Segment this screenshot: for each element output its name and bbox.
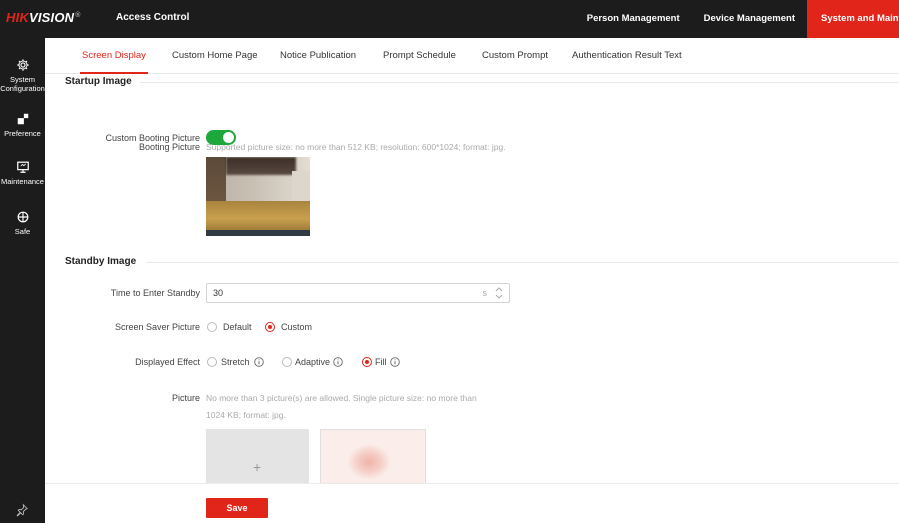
plus-icon: + <box>253 459 262 475</box>
standby-divider <box>147 262 899 263</box>
gear-icon <box>16 59 29 71</box>
shield-icon <box>17 211 28 223</box>
effect-adaptive-label: Adaptive <box>295 357 331 367</box>
sidebar-item-safe[interactable]: Safe <box>0 210 45 236</box>
sidebar-item-preference[interactable]: Preference <box>0 112 45 138</box>
picture-hint-line-2: 1024 KB; format: jpg. <box>206 410 286 420</box>
screen-saver-label: Screen Saver Picture <box>114 322 200 332</box>
effect-fill-radio[interactable] <box>362 357 372 367</box>
time-to-standby-label: Time to Enter Standby <box>110 288 200 298</box>
time-to-standby-value: 30 <box>213 288 224 298</box>
tab-screen-display[interactable]: Screen Display <box>80 38 148 74</box>
displayed-effect-label: Displayed Effect <box>135 357 200 367</box>
effect-fill-label: Fill <box>375 357 387 367</box>
saver-custom-radio[interactable] <box>265 322 275 332</box>
top-bar: HIKVISION® Access Control Person Managem… <box>0 0 899 38</box>
footer-bar <box>45 483 899 523</box>
sidebar-item-system-configuration[interactable]: System Configuration <box>0 58 45 93</box>
tab-prompt-schedule[interactable]: Prompt Schedule <box>383 38 456 74</box>
pin-icon[interactable] <box>15 503 29 517</box>
effect-stretch-label: Stretch <box>221 357 250 367</box>
booting-picture-preview[interactable] <box>206 157 310 236</box>
tab-custom-home-page[interactable]: Custom Home Page <box>172 38 258 74</box>
hikvision-logo: HIKVISION® <box>6 10 81 25</box>
fill-info-icon[interactable] <box>390 357 400 367</box>
picture-hint-line-1: No more than 3 picture(s) are allowed. S… <box>206 393 477 403</box>
monitor-icon <box>16 161 29 173</box>
spinner-icon[interactable] <box>494 286 504 300</box>
saver-custom-label: Custom <box>281 322 313 332</box>
tab-bar: Screen Display Custom Home Page Notice P… <box>45 38 899 74</box>
nav-system-maintenance[interactable]: System and Mainten <box>807 0 899 38</box>
app-title: Access Control <box>116 12 190 23</box>
effect-stretch-radio[interactable] <box>207 357 217 367</box>
startup-divider <box>140 82 899 83</box>
standby-picture-thumbnail[interactable] <box>320 429 426 484</box>
save-button[interactable]: Save <box>206 498 268 518</box>
booting-picture-hint: Supported picture size: no more than 512… <box>206 142 506 152</box>
nav-device-management[interactable]: Device Management <box>692 0 807 38</box>
add-picture-tile[interactable]: + <box>206 429 309 484</box>
effect-adaptive-radio[interactable] <box>282 357 292 367</box>
top-nav: Person Management Device Management Syst… <box>575 0 899 38</box>
tab-authentication-result-text[interactable]: Authentication Result Text <box>572 38 682 74</box>
startup-image-title: Startup Image <box>65 76 132 87</box>
booting-picture-label: Booting Picture <box>138 142 200 152</box>
preference-icon <box>17 113 28 125</box>
stretch-info-icon[interactable] <box>254 357 264 367</box>
saver-default-label: Default <box>223 322 252 332</box>
time-unit: s <box>482 288 488 298</box>
standby-image-title: Standby Image <box>65 256 137 267</box>
nav-person-management[interactable]: Person Management <box>575 0 692 38</box>
tab-custom-prompt[interactable]: Custom Prompt <box>482 38 548 74</box>
saver-default-radio[interactable] <box>207 322 217 332</box>
time-to-standby-input[interactable]: 30 s <box>206 283 510 303</box>
sidebar: System Configuration Preference Maintena… <box>0 38 45 523</box>
sidebar-item-maintenance[interactable]: Maintenance <box>0 160 45 186</box>
tab-notice-publication[interactable]: Notice Publication <box>280 38 356 74</box>
adaptive-info-icon[interactable] <box>333 357 343 367</box>
picture-label: Picture <box>171 393 200 403</box>
